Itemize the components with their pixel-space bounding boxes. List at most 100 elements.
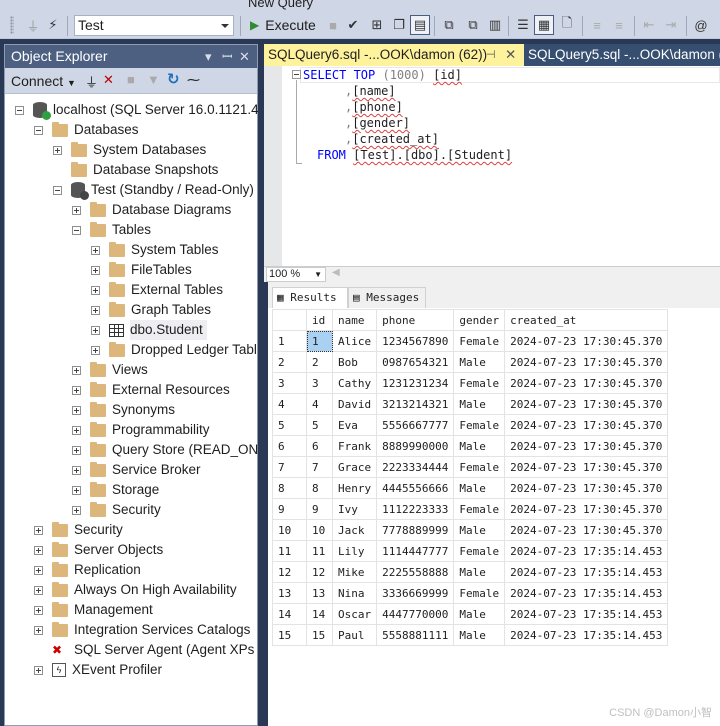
tree-node[interactable]: Query Store (READ_ONLY bbox=[72, 440, 274, 460]
collapse-region-icon[interactable] bbox=[292, 70, 301, 79]
grid-cell[interactable]: Male bbox=[453, 393, 506, 415]
display-plan-icon[interactable]: ⊞ bbox=[368, 16, 386, 34]
grid-cell[interactable]: David bbox=[331, 393, 378, 415]
intellisense-icon[interactable]: ▤ bbox=[410, 15, 430, 35]
grid-cell[interactable]: 5558881111 bbox=[376, 624, 455, 646]
client-stats-icon[interactable]: ▥ bbox=[486, 16, 504, 34]
grid-cell[interactable]: 8889990000 bbox=[376, 435, 455, 457]
grid-cell[interactable]: 15 bbox=[306, 624, 333, 646]
grid-cell[interactable]: 13 bbox=[306, 582, 333, 604]
grid-cell[interactable]: 2024-07-23 17:35:14.453 bbox=[504, 540, 669, 562]
row-number-cell[interactable]: 12 bbox=[272, 561, 307, 583]
row-number-cell[interactable]: 9 bbox=[272, 498, 307, 520]
row-number-cell[interactable]: 8 bbox=[272, 477, 307, 499]
grid-cell[interactable]: 0987654321 bbox=[376, 351, 455, 373]
grid-cell[interactable]: 10 bbox=[306, 519, 333, 541]
grid-cell[interactable]: Female bbox=[453, 330, 506, 352]
window-position-dropdown-icon[interactable]: ▾ bbox=[205, 45, 212, 68]
grid-cell[interactable]: Male bbox=[453, 603, 506, 625]
expand-icon[interactable] bbox=[91, 345, 100, 355]
tree-node[interactable]: Test (Standby / Read-Only) bbox=[53, 180, 254, 200]
grid-cell[interactable]: 12 bbox=[306, 561, 333, 583]
expand-icon[interactable] bbox=[34, 625, 43, 635]
column-header[interactable]: name bbox=[331, 309, 378, 331]
grid-cell[interactable]: 1112223333 bbox=[376, 498, 455, 520]
grid-cell[interactable]: 11 bbox=[306, 540, 333, 562]
column-header[interactable]: created_at bbox=[504, 309, 669, 331]
grid-cell[interactable]: Bob bbox=[331, 351, 378, 373]
tree-node[interactable]: dbo.Student bbox=[91, 320, 207, 340]
tree-node[interactable]: Graph Tables bbox=[91, 300, 211, 320]
decrease-indent-icon[interactable]: ⇤ bbox=[640, 16, 658, 34]
toolbar-grip[interactable] bbox=[10, 16, 14, 34]
parse-icon[interactable]: ✔ bbox=[344, 16, 362, 34]
grid-cell[interactable]: 2225558888 bbox=[376, 561, 455, 583]
grid-cell[interactable]: 1231231234 bbox=[376, 372, 455, 394]
expand-icon[interactable] bbox=[34, 585, 43, 595]
grid-cell[interactable]: Female bbox=[453, 540, 506, 562]
expand-icon[interactable] bbox=[72, 385, 81, 395]
grid-cell[interactable]: Male bbox=[453, 519, 506, 541]
connect-icon[interactable]: ⏚ bbox=[24, 16, 42, 34]
expand-icon[interactable] bbox=[72, 445, 81, 455]
tree-node[interactable]: Programmability bbox=[72, 420, 210, 440]
tree-node[interactable]: Views bbox=[72, 360, 148, 380]
grid-cell[interactable]: Nina bbox=[331, 582, 378, 604]
collapse-icon[interactable] bbox=[34, 125, 43, 135]
grid-cell[interactable]: Lily bbox=[331, 540, 378, 562]
grid-cell[interactable]: Frank bbox=[331, 435, 378, 457]
grid-cell[interactable]: Male bbox=[453, 351, 506, 373]
tab-sqlquery6[interactable]: SQLQuery6.sql -...OOK\damon (62)) ⊣ ✕ bbox=[264, 44, 524, 66]
expand-icon[interactable] bbox=[91, 265, 100, 275]
grid-cell[interactable]: 2024-07-23 17:30:45.370 bbox=[504, 498, 669, 520]
grid-cell[interactable]: Oscar bbox=[331, 603, 378, 625]
column-header[interactable]: gender bbox=[453, 309, 506, 331]
tree-node[interactable]: Database Snapshots bbox=[53, 160, 218, 180]
tree-node[interactable]: External Tables bbox=[91, 280, 223, 300]
tree-node[interactable]: Server Objects bbox=[34, 540, 163, 560]
grid-cell[interactable]: 3213214321 bbox=[376, 393, 455, 415]
row-number-cell[interactable]: 1 bbox=[272, 330, 307, 352]
row-number-cell[interactable]: 10 bbox=[272, 519, 307, 541]
grid-cell[interactable]: Henry bbox=[331, 477, 378, 499]
grid-cell[interactable]: 2024-07-23 17:35:14.453 bbox=[504, 561, 669, 583]
collapse-icon[interactable] bbox=[72, 225, 81, 235]
grid-cell[interactable]: Female bbox=[453, 372, 506, 394]
connect-plug-icon[interactable]: ⏚ bbox=[85, 72, 98, 91]
query-options-icon[interactable]: ❐ bbox=[390, 16, 408, 34]
grid-cell[interactable]: 2 bbox=[306, 351, 333, 373]
uncomment-icon[interactable]: ≡ bbox=[610, 16, 628, 34]
column-header[interactable] bbox=[272, 309, 307, 331]
grid-cell[interactable]: 3336669999 bbox=[376, 582, 455, 604]
grid-cell[interactable]: Mike bbox=[331, 561, 378, 583]
grid-cell[interactable]: 6 bbox=[306, 435, 333, 457]
grid-cell[interactable]: Alice bbox=[331, 330, 378, 352]
filter-icon[interactable]: ▼ bbox=[147, 72, 160, 87]
tree-node[interactable]: Tables bbox=[72, 220, 151, 240]
grid-cell[interactable]: Eva bbox=[331, 414, 378, 436]
tree-node[interactable]: Security bbox=[72, 500, 161, 520]
grid-cell[interactable]: 2024-07-23 17:30:45.370 bbox=[504, 435, 669, 457]
results-to-file-icon[interactable]: 🗋 bbox=[558, 15, 576, 34]
row-number-cell[interactable]: 14 bbox=[272, 603, 307, 625]
actual-plan-icon[interactable]: ⧉ bbox=[440, 16, 458, 34]
expand-icon[interactable] bbox=[72, 365, 81, 375]
row-number-cell[interactable]: 7 bbox=[272, 456, 307, 478]
grid-cell[interactable]: Ivy bbox=[331, 498, 378, 520]
tree-node[interactable]: ϟ XEvent Profiler bbox=[34, 660, 162, 680]
database-select[interactable]: Test bbox=[74, 15, 234, 36]
row-number-cell[interactable]: 13 bbox=[272, 582, 307, 604]
expand-icon[interactable] bbox=[34, 565, 43, 575]
grid-cell[interactable]: 2223334444 bbox=[376, 456, 455, 478]
grid-cell[interactable]: Grace bbox=[331, 456, 378, 478]
grid-cell[interactable]: 2024-07-23 17:30:45.370 bbox=[504, 330, 669, 352]
column-header[interactable]: phone bbox=[376, 309, 455, 331]
grid-cell[interactable]: 2024-07-23 17:30:45.370 bbox=[504, 393, 669, 415]
tree-node[interactable]: External Resources bbox=[72, 380, 230, 400]
row-number-cell[interactable]: 4 bbox=[272, 393, 307, 415]
pin-icon[interactable]: ⊣ bbox=[486, 44, 496, 66]
expand-icon[interactable] bbox=[34, 545, 43, 555]
grid-cell[interactable]: Jack bbox=[331, 519, 378, 541]
tree-node[interactable]: Synonyms bbox=[72, 400, 175, 420]
row-number-cell[interactable]: 15 bbox=[272, 624, 307, 646]
